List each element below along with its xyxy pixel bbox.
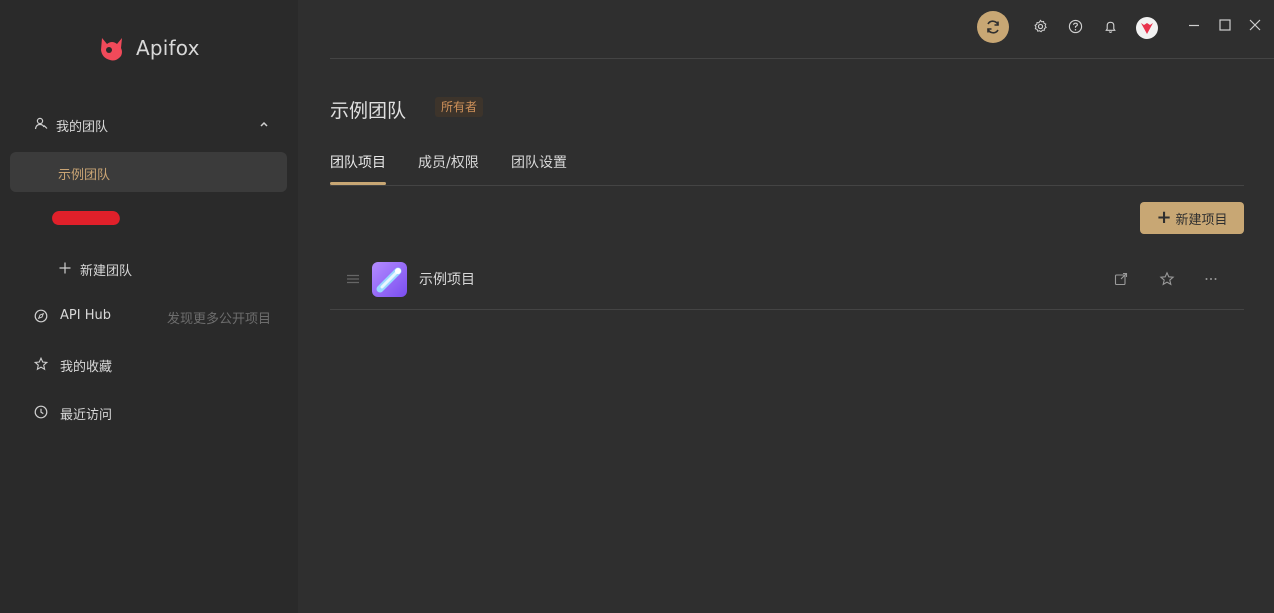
close-icon[interactable]: [1247, 17, 1263, 33]
sidebar-favorites-label: 我的收藏: [60, 360, 113, 375]
settings-icon: [1033, 19, 1047, 32]
api-hub-hint: 发现更多公开项目: [166, 312, 271, 327]
clock-icon: [34, 405, 48, 419]
active-tab-indicator: [330, 182, 386, 185]
project-row[interactable]: 示例项目: [330, 250, 1244, 310]
sidebar-my-team[interactable]: 我的团队: [10, 104, 287, 144]
apifox-logo-icon: [101, 38, 122, 61]
maximize-icon[interactable]: [1217, 17, 1233, 33]
help-button[interactable]: [1064, 15, 1086, 37]
bell-icon: [1104, 21, 1116, 33]
app-name: Apifox: [136, 36, 200, 60]
sidebar: Apifox 我的团队 示例团队 新建团队 API Hub 发现更多公开项目 我…: [0, 0, 298, 613]
drag-handle-icon[interactable]: [346, 272, 360, 286]
project-icon: [372, 262, 407, 297]
new-project-label: 新建项目: [1175, 212, 1228, 228]
tab-team-projects[interactable]: 团队项目: [330, 152, 386, 172]
page-title: 示例团队: [330, 100, 407, 122]
notifications-button[interactable]: [1099, 15, 1121, 37]
compass-icon: [34, 309, 48, 323]
sidebar-my-team-label: 我的团队: [56, 120, 109, 135]
new-project-button[interactable]: + 新建项目: [1140, 202, 1244, 234]
sidebar-api-hub[interactable]: API Hub 发现更多公开项目: [10, 296, 287, 336]
star-icon: [34, 357, 48, 371]
help-icon: [1068, 19, 1082, 33]
redacted-team-item: [51, 211, 121, 225]
plus-icon: +: [1156, 207, 1172, 228]
app-logo[interactable]: Apifox: [96, 32, 200, 64]
sidebar-item-team[interactable]: 示例团队: [10, 152, 287, 192]
project-name: 示例项目: [419, 272, 475, 288]
team-tabs: 团队项目 成员/权限 团队设置: [330, 150, 1244, 186]
sidebar-api-hub-label: API Hub: [60, 308, 111, 323]
settings-button[interactable]: [1029, 15, 1051, 37]
sync-icon: [987, 20, 999, 34]
minimize-icon[interactable]: [1186, 17, 1202, 33]
star-icon[interactable]: [1159, 271, 1175, 287]
avatar[interactable]: [1136, 17, 1158, 39]
titlebar-divider: [330, 58, 1274, 59]
role-badge: 所有者: [435, 97, 484, 117]
more-icon[interactable]: [1203, 271, 1219, 287]
team-icon: [34, 117, 48, 130]
sidebar-new-team-label: 新建团队: [80, 264, 133, 279]
sidebar-recent[interactable]: 最近访问: [10, 392, 287, 432]
sidebar-item-team-label: 示例团队: [58, 168, 111, 183]
chevron-up-icon[interactable]: [259, 119, 269, 129]
sidebar-recent-label: 最近访问: [60, 408, 113, 423]
tab-members-permissions[interactable]: 成员/权限: [418, 152, 479, 172]
tab-team-settings[interactable]: 团队设置: [511, 152, 567, 172]
main-panel: 示例团队 所有者 团队项目 成员/权限 团队设置 + 新建项目 示例项目: [298, 0, 1274, 613]
plus-icon: [59, 262, 71, 274]
sidebar-favorites[interactable]: 我的收藏: [10, 344, 287, 384]
open-external-icon[interactable]: [1113, 271, 1129, 287]
rocket-icon: [376, 267, 402, 293]
sync-button[interactable]: [977, 11, 1009, 43]
user-avatar-icon: [1141, 23, 1153, 34]
sidebar-new-team[interactable]: 新建团队: [10, 248, 287, 288]
